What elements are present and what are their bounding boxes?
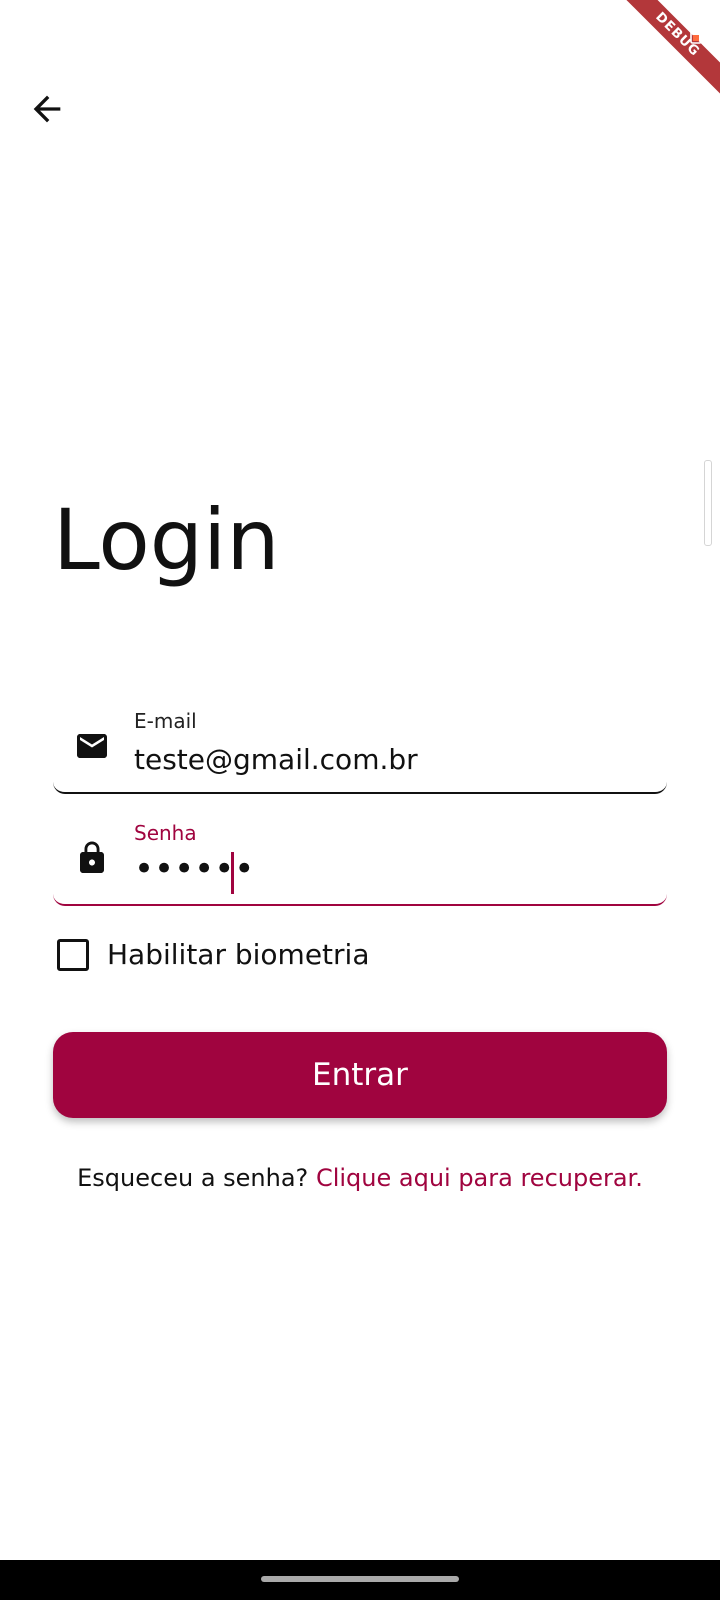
login-button[interactable]: Entrar [53, 1032, 667, 1118]
page-title: Login [53, 491, 280, 589]
password-field[interactable]: Senha •••••• [53, 816, 667, 906]
system-navigation-bar [0, 1560, 720, 1600]
biometric-checkbox[interactable] [57, 939, 89, 971]
debug-banner-label: DEBUG [610, 0, 720, 103]
forgot-password-row: Esqueceu a senha? Clique aqui para recup… [0, 1159, 720, 1197]
text-cursor [231, 852, 234, 894]
password-field-label: Senha [134, 821, 197, 845]
password-field-value[interactable]: •••••• [134, 846, 254, 892]
email-field[interactable]: E-mail teste@gmail.com.br [53, 704, 667, 794]
scrollbar[interactable] [704, 460, 712, 546]
debug-banner: DEBUG [610, 0, 720, 110]
back-button[interactable] [20, 82, 74, 136]
arrow-back-icon [33, 95, 61, 123]
forgot-password-prompt: Esqueceu a senha? [77, 1164, 309, 1192]
email-field-value[interactable]: teste@gmail.com.br [134, 740, 418, 780]
lock-icon [80, 841, 104, 873]
biometric-toggle[interactable]: Habilitar biometria [57, 935, 370, 975]
recover-password-link[interactable]: Clique aqui para recuperar. [316, 1164, 643, 1192]
biometric-label: Habilitar biometria [107, 938, 370, 971]
home-indicator[interactable] [261, 1576, 459, 1582]
email-field-label: E-mail [134, 709, 197, 733]
mail-icon [77, 734, 107, 758]
battery-icon [690, 24, 702, 44]
